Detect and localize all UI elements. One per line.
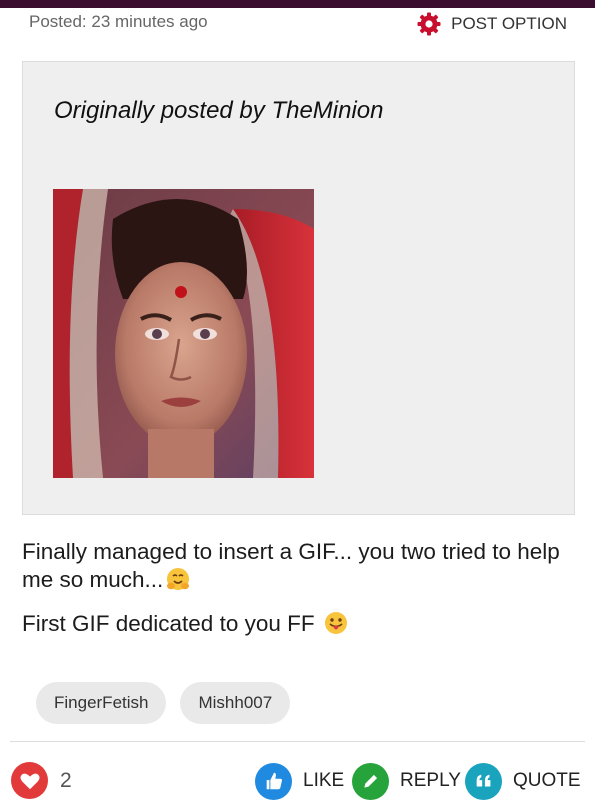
post-body-line-2: First GIF dedicated to you FF <box>22 610 582 638</box>
reply-label: REPLY <box>400 770 461 791</box>
post-actions: 2 LIKE REPLY QUOTE <box>0 758 595 800</box>
quoted-gif-image <box>53 189 314 478</box>
hugging-face-emoji-icon <box>165 566 191 592</box>
tag-user-2[interactable]: Mishh007 <box>180 682 291 724</box>
post-option-button[interactable]: POST OPTION <box>416 9 567 39</box>
top-bar <box>0 0 595 8</box>
post-timestamp: Posted: 23 minutes ago <box>29 12 208 31</box>
heart-icon[interactable] <box>11 762 48 799</box>
quote-author: Originally posted by TheMinion <box>54 97 384 124</box>
tagged-users: FingerFetish Mishh007 <box>36 682 291 724</box>
likes-counter: 2 <box>11 762 72 799</box>
gear-icon <box>416 11 442 37</box>
quote-button[interactable]: QUOTE <box>465 762 581 800</box>
like-label: LIKE <box>303 770 345 791</box>
quote-label: QUOTE <box>513 770 581 791</box>
tag-user-1[interactable]: FingerFetish <box>36 682 167 724</box>
quoted-post: Originally posted by TheMinion <box>22 61 575 515</box>
divider <box>10 741 585 742</box>
post-body-text-1: Finally managed to insert a GIF... you t… <box>22 539 560 592</box>
post-body-line-1: Finally managed to insert a GIF... you t… <box>22 538 582 594</box>
like-count: 2 <box>60 768 72 792</box>
quote-icon <box>465 762 502 800</box>
reply-button[interactable]: REPLY <box>352 762 461 800</box>
like-button[interactable]: LIKE <box>255 762 344 800</box>
post-option-label: POST OPTION <box>451 14 567 33</box>
tongue-out-emoji-icon <box>323 610 349 636</box>
thumbs-up-icon <box>255 762 292 800</box>
pencil-icon <box>352 762 389 800</box>
post-body-text-2: First GIF dedicated to you FF <box>22 611 315 636</box>
